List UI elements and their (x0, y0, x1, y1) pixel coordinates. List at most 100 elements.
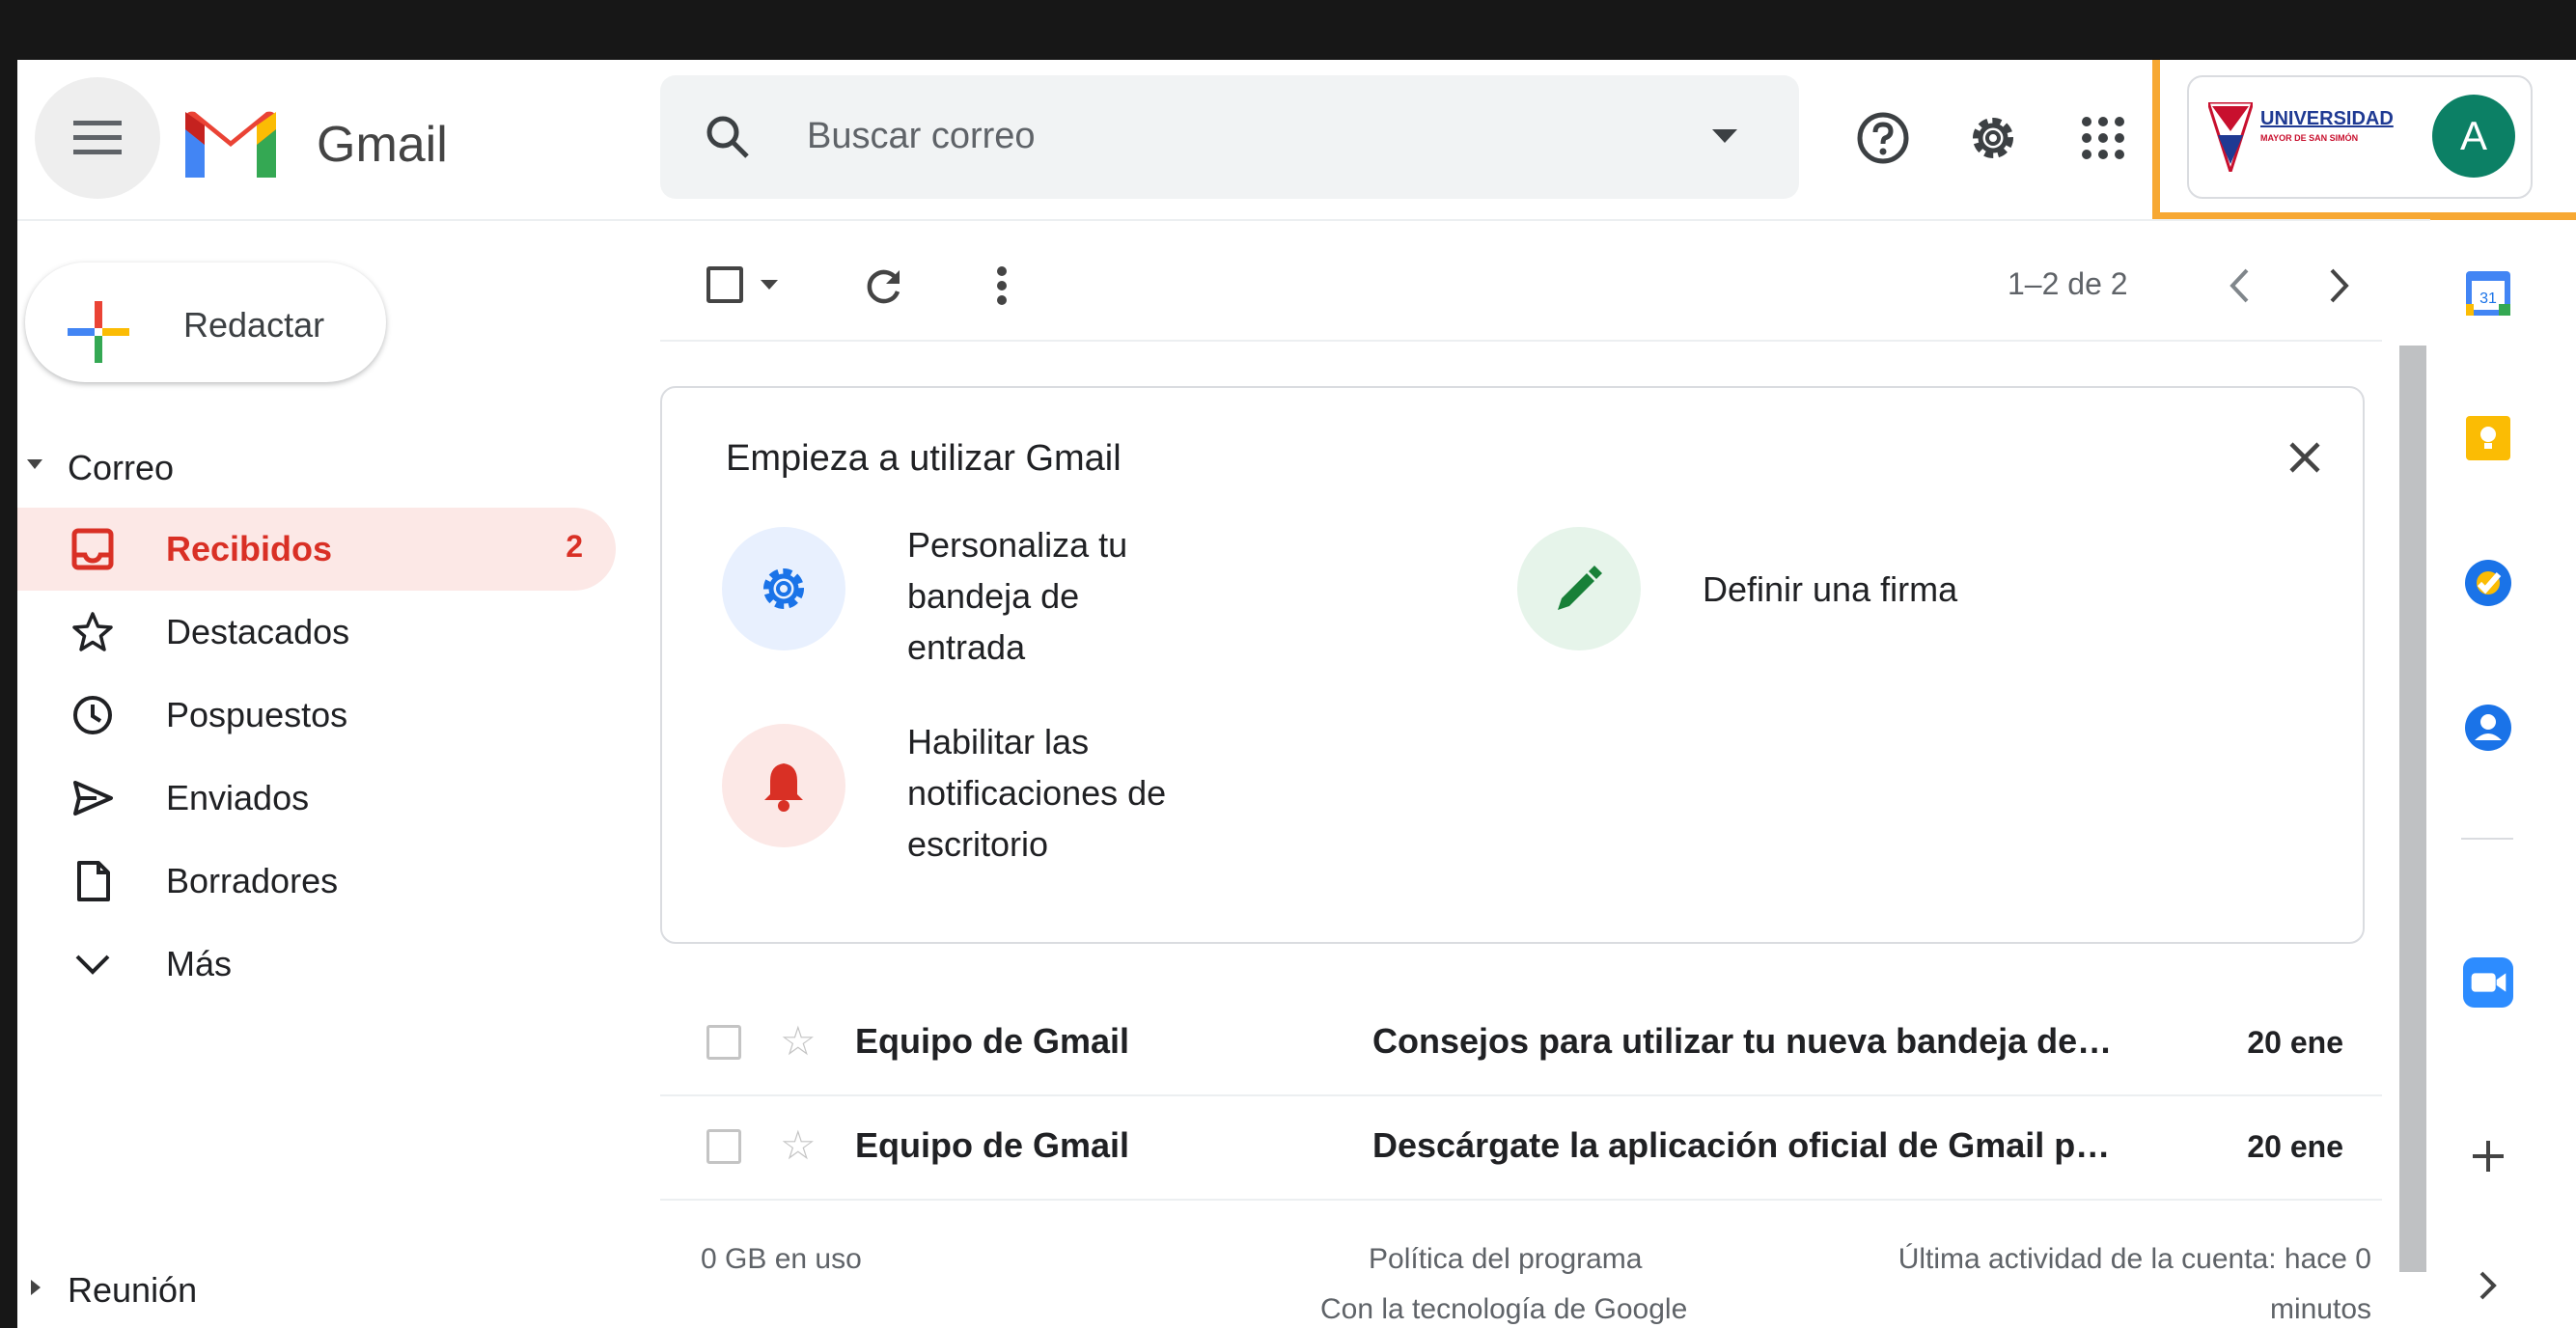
gmail-m-icon (185, 111, 276, 178)
row-checkbox[interactable] (706, 1025, 741, 1060)
contacts-button[interactable] (2463, 703, 2513, 753)
add-addon-button[interactable] (2463, 1131, 2513, 1181)
main-menu-button[interactable] (35, 77, 160, 199)
email-sender: Equipo de Gmail (855, 1125, 1130, 1165)
task-label: Definir una firma (1703, 569, 1958, 609)
account-activity-minutes: minutos (2269, 1293, 2371, 1325)
zoom-addon-button[interactable] (2463, 957, 2513, 1008)
card-title: Empieza a utilizar Gmail (726, 438, 1122, 479)
task-set-signature[interactable]: Definir una firma (1517, 527, 2096, 652)
email-subject: Descárgate la aplicación oficial de Gmai… (1372, 1125, 2111, 1165)
caret-right-icon (31, 1280, 41, 1295)
next-page-button[interactable] (2313, 259, 2367, 313)
task-icon-circle (722, 527, 845, 650)
chevron-down-icon (75, 954, 110, 975)
settings-button[interactable] (1957, 102, 2029, 174)
close-card-button[interactable] (2276, 429, 2334, 486)
clock-icon (73, 696, 112, 734)
email-row[interactable]: ☆ Equipo de Gmail Consejos para utilizar… (660, 992, 2382, 1096)
sidebar-item-more[interactable]: Más (17, 923, 616, 1006)
sidebar-item-label: Más (166, 944, 233, 983)
hamburger-icon (73, 121, 122, 154)
email-date: 20 ene (2247, 1129, 2343, 1164)
calendar-icon: 31 (2466, 271, 2510, 316)
pen-icon (1558, 566, 1602, 610)
sidebar-item-label: Enviados (166, 778, 310, 817)
gmail-logo[interactable]: Gmail (168, 97, 573, 183)
compose-label: Redactar (183, 305, 325, 345)
search-bar[interactable]: Buscar correo (660, 75, 1799, 199)
gmail-window: Gmail Buscar correo UNIVERSIDAD MAYOR DE… (17, 60, 2576, 1328)
pagination-text: 1–2 de 2 (2008, 266, 2128, 301)
bell-icon (764, 763, 803, 812)
gear-icon (763, 568, 804, 609)
chevron-left-icon (2230, 268, 2249, 303)
expand-panel-button[interactable] (2463, 1260, 2513, 1311)
email-subject: Consejos para utilizar tu nueva bandeja … (1372, 1021, 2113, 1061)
star-icon[interactable]: ☆ (780, 1021, 817, 1062)
task-customize-inbox[interactable]: Personaliza tu bandeja de entrada (722, 525, 1301, 701)
plus-color-icon (68, 301, 129, 363)
highlight-box (2152, 60, 2576, 220)
search-options-icon[interactable] (1712, 129, 1737, 145)
account-activity: Última actividad de la cuenta: hace 0 (1897, 1243, 2371, 1275)
sidebar-item-inbox[interactable]: Recibidos 2 (17, 508, 616, 591)
meet-section-label: Reunión (68, 1270, 198, 1310)
storage-usage: 0 GB en uso (701, 1243, 862, 1275)
apps-grid-icon (2082, 117, 2124, 159)
powered-by-text: Con la tecnología de Google (1320, 1293, 1688, 1325)
task-icon-circle (722, 724, 845, 847)
prev-page-button[interactable] (2212, 259, 2266, 313)
contacts-icon (2465, 705, 2511, 751)
meet-section-header[interactable]: Reunión (17, 1257, 616, 1324)
search-input[interactable]: Buscar correo (807, 116, 1036, 157)
calendar-button[interactable]: 31 (2463, 268, 2513, 318)
star-icon[interactable]: ☆ (780, 1125, 817, 1166)
refresh-icon (867, 269, 900, 304)
select-all-checkbox[interactable] (706, 261, 784, 309)
plus-icon (2473, 1141, 2504, 1172)
refresh-button[interactable] (857, 259, 911, 313)
program-policy-link[interactable]: Política del programa (1369, 1243, 1642, 1276)
caret-down-icon (761, 280, 778, 290)
sidebar-item-label: Recibidos (166, 529, 333, 568)
apps-button[interactable] (2067, 102, 2139, 174)
task-icon-circle (1517, 527, 1641, 650)
help-icon (1857, 112, 1909, 164)
search-icon[interactable] (705, 114, 751, 160)
gear-icon (1973, 118, 2013, 158)
task-label: Habilitar las notificaciones de escritor… (907, 722, 1167, 864)
checkbox-icon (706, 266, 743, 303)
sidebar-item-label: Destacados (166, 612, 350, 651)
keep-button[interactable] (2463, 413, 2513, 463)
sidebar-item-sent[interactable]: Enviados (17, 757, 616, 840)
task-enable-notifications[interactable]: Habilitar las notificaciones de escritor… (722, 722, 1301, 898)
app-name: Gmail (317, 117, 448, 173)
more-options-button[interactable] (979, 259, 1025, 313)
row-checkbox[interactable] (706, 1129, 741, 1164)
header-divider (17, 219, 2430, 221)
inbox-icon (71, 528, 114, 570)
sidebar-item-starred[interactable]: Destacados (17, 591, 616, 674)
close-icon (2289, 442, 2320, 473)
sidebar-item-drafts[interactable]: Borradores (17, 840, 616, 923)
compose-button[interactable]: Redactar (25, 263, 386, 382)
mail-section-label: Correo (68, 448, 175, 487)
tasks-button[interactable] (2463, 558, 2513, 608)
email-date: 20 ene (2247, 1025, 2343, 1060)
sidebar-item-snoozed[interactable]: Pospuestos (17, 674, 616, 757)
chevron-right-icon (2330, 268, 2349, 303)
email-row[interactable]: ☆ Equipo de Gmail Descárgate la aplicaci… (660, 1096, 2382, 1201)
sidebar-item-label: Pospuestos (166, 695, 348, 734)
keep-icon (2466, 416, 2510, 460)
email-sender: Equipo de Gmail (855, 1021, 1130, 1061)
zoom-icon (2463, 957, 2513, 1008)
scrollbar[interactable] (2399, 346, 2426, 1272)
mail-section-header[interactable]: Correo (17, 434, 616, 502)
draft-icon (77, 861, 110, 901)
tasks-icon (2465, 560, 2511, 606)
help-button[interactable] (1847, 102, 1919, 174)
star-icon (72, 612, 113, 651)
more-vert-icon (997, 266, 1007, 305)
side-panel-divider (2461, 838, 2513, 840)
